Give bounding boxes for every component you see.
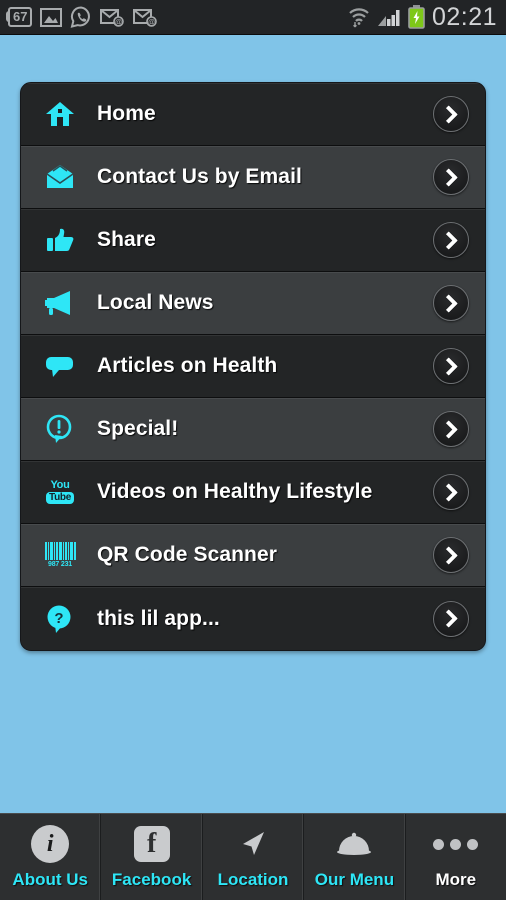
chevron-right-icon[interactable] bbox=[433, 222, 469, 258]
exclamation-bubble-icon bbox=[43, 412, 77, 446]
question-bubble-icon: ? bbox=[43, 602, 77, 636]
main-menu-panel: Home Contact Us by Email Share Local New… bbox=[20, 82, 486, 651]
status-bar-left-icons: 67 @ @ bbox=[0, 6, 158, 28]
chevron-right-icon[interactable] bbox=[433, 348, 469, 384]
menu-item-label: Home bbox=[97, 102, 156, 125]
tab-label: Location bbox=[217, 870, 289, 889]
home-icon bbox=[43, 97, 77, 131]
svg-text:@: @ bbox=[115, 19, 122, 26]
menu-item-contact-us-by-email[interactable]: Contact Us by Email bbox=[21, 146, 485, 209]
gallery-image-icon bbox=[40, 7, 63, 27]
menu-item-label: Special! bbox=[97, 417, 179, 440]
tab-label: About Us bbox=[12, 870, 88, 889]
email-at-icon: @ bbox=[133, 8, 158, 27]
status-bar-right-icons: 02:21 bbox=[348, 3, 506, 32]
youtube-icon: You Tube bbox=[43, 475, 77, 509]
cellular-signal-icon bbox=[377, 6, 401, 28]
menu-item-home[interactable]: Home bbox=[21, 83, 485, 146]
whatsapp-icon bbox=[70, 6, 92, 28]
facebook-icon: f bbox=[133, 824, 170, 864]
email-at-icon: @ bbox=[100, 8, 125, 27]
chevron-right-icon[interactable] bbox=[433, 537, 469, 573]
menu-item-this-lil-app[interactable]: ? this lil app... bbox=[21, 587, 485, 650]
menu-item-label: this lil app... bbox=[97, 606, 220, 630]
barcode-digits: 987 231 bbox=[48, 561, 72, 568]
menu-item-qr-code-scanner[interactable]: 987 231 QR Code Scanner bbox=[21, 524, 485, 587]
youtube-icon-bottom-text: Tube bbox=[46, 492, 74, 504]
tab-more[interactable]: More bbox=[406, 814, 506, 900]
speech-bubble-icon bbox=[43, 349, 77, 383]
barcode-icon: 987 231 bbox=[43, 538, 77, 572]
menu-item-local-news[interactable]: Local News bbox=[21, 272, 485, 335]
menu-item-label: Videos on Healthy Lifestyle bbox=[97, 480, 373, 503]
tab-about-us[interactable]: i About Us bbox=[0, 814, 102, 900]
menu-item-share[interactable]: Share bbox=[21, 209, 485, 272]
open-envelope-icon bbox=[43, 160, 77, 194]
tab-facebook[interactable]: f Facebook bbox=[101, 814, 203, 900]
status-bar: 67 @ @ 02:21 bbox=[0, 0, 506, 35]
tab-label: Facebook bbox=[111, 870, 192, 889]
tab-our-menu[interactable]: Our Menu bbox=[304, 814, 406, 900]
info-circle-icon: i bbox=[31, 824, 70, 864]
chevron-right-icon[interactable] bbox=[433, 600, 469, 637]
menu-item-label: QR Code Scanner bbox=[97, 543, 278, 566]
battery-charging-icon bbox=[408, 5, 425, 29]
thumbs-up-icon bbox=[43, 223, 77, 257]
svg-text:@: @ bbox=[148, 19, 155, 26]
more-dots-icon bbox=[433, 824, 479, 864]
menu-item-label: Contact Us by Email bbox=[97, 165, 302, 188]
tab-location[interactable]: Location bbox=[203, 814, 305, 900]
message-count-badge: 67 bbox=[5, 7, 33, 27]
menu-item-special[interactable]: Special! bbox=[21, 398, 485, 461]
wifi-data-icon bbox=[348, 6, 370, 28]
menu-item-videos-on-healthy-lifestyle[interactable]: You Tube Videos on Healthy Lifestyle bbox=[21, 461, 485, 524]
menu-item-label: Articles on Health bbox=[97, 354, 278, 377]
menu-item-label: Share bbox=[97, 228, 156, 251]
navigation-arrow-icon bbox=[235, 824, 271, 864]
bottom-tab-bar: i About Us f Facebook Location Our Menu bbox=[0, 813, 506, 900]
chevron-right-icon[interactable] bbox=[433, 96, 469, 132]
menu-item-label: Local News bbox=[97, 291, 214, 314]
food-cloche-icon bbox=[335, 824, 373, 864]
youtube-icon-top-text: You bbox=[50, 479, 70, 491]
chevron-right-icon[interactable] bbox=[433, 285, 469, 321]
svg-text:?: ? bbox=[54, 610, 63, 627]
megaphone-icon bbox=[43, 286, 77, 320]
menu-item-articles-on-health[interactable]: Articles on Health bbox=[21, 335, 485, 398]
chevron-right-icon[interactable] bbox=[433, 474, 469, 510]
status-bar-clock: 02:21 bbox=[431, 2, 497, 31]
tab-label: Our Menu bbox=[314, 870, 395, 889]
chevron-right-icon[interactable] bbox=[433, 159, 469, 195]
tab-label: More bbox=[435, 870, 477, 889]
chevron-right-icon[interactable] bbox=[433, 411, 469, 447]
